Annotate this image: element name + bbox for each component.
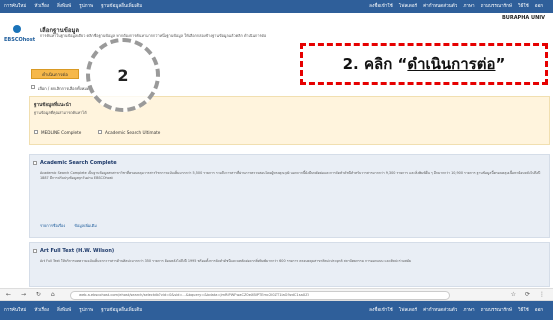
nav-preferences[interactable]: ค่ากำหนดส่วนตัว [423, 307, 457, 314]
back-arrow-icon[interactable]: ← [6, 291, 11, 298]
database-description: Academic Search Complete เป็นฐานข้อมูลสห… [40, 171, 541, 181]
database-description: Art Full Text ให้บริการบทความฉบับเต็มจาก… [40, 259, 412, 263]
medline-option[interactable]: MEDLINE Complete [41, 130, 81, 135]
top-nav-right: ลงชื่อเข้าใช้ โฟลเดอร์ ค่ากำหนดส่วนตัว ภ… [369, 3, 549, 10]
sync-icon[interactable]: ⟳ [525, 291, 530, 298]
nav-more[interactable]: ฐานข้อมูลอื่นเพิ่มเติม [101, 3, 142, 10]
more-info-link[interactable]: ข้อมูลเพิ่มเติม [74, 223, 96, 228]
nav-preferences[interactable]: ค่ากำหนดส่วนตัว [423, 3, 457, 10]
nav-help[interactable]: วิธีใช้ [518, 307, 529, 314]
nav-publications[interactable]: สิ่งพิมพ์ [57, 3, 71, 10]
database-card: Academic Search Complete Academic Search… [29, 154, 550, 238]
ebsco-logo: EBSCOhost [4, 25, 36, 47]
medline-checkbox[interactable] [34, 130, 38, 134]
nav-images[interactable]: รูปภาพ [79, 3, 93, 10]
suggested-title: ฐานข้อมูลที่แนะนำ [34, 103, 72, 108]
nav-ask-librarian[interactable]: ถามบรรณารักษ์ [481, 3, 512, 10]
browser-actions: ☆ ⟳ ⋮ [502, 291, 545, 298]
logo-text: EBSCOhost [4, 37, 36, 43]
nav-language[interactable]: ภาษา [463, 307, 474, 314]
callout-suffix: ” [495, 55, 506, 73]
nav-ask-librarian[interactable]: ถามบรรณารักษ์ [481, 307, 512, 314]
bottom-nav-right: ลงชื่อเข้าใช้ โฟลเดอร์ ค่ากำหนดส่วนตัว ภ… [369, 307, 549, 314]
bottom-nav-bar: การค้นใหม่ หัวเรื่อง สิ่งพิมพ์ รูปภาพ ฐา… [0, 301, 553, 320]
nav-publications[interactable]: สิ่งพิมพ์ [57, 307, 71, 314]
nav-new-search[interactable]: การค้นใหม่ [4, 3, 26, 10]
bookmark-star-icon[interactable]: ☆ [511, 291, 516, 298]
forward-arrow-icon[interactable]: → [21, 291, 26, 298]
top-nav-bar: การค้นใหม่ หัวเรื่อง สิ่งพิมพ์ รูปภาพ ฐา… [0, 0, 553, 13]
callout-action: ดำเนินการต่อ [407, 55, 496, 73]
nav-new-search[interactable]: การค้นใหม่ [4, 307, 26, 314]
browser-toolbar: ← → ↻ ⌂ web.a.ebscohost.com/ehost/search… [0, 288, 553, 301]
select-all-label[interactable]: เลือก / ยกเลิกการเลือกทั้งหมด [38, 85, 89, 92]
browser-nav: ← → ↻ ⌂ [6, 291, 63, 298]
title-list-link[interactable]: รายการชื่อเรื่อง [40, 223, 65, 228]
nav-exit[interactable]: ออก [535, 307, 543, 314]
database-card: Art Full Text (H.W. Wilson) Art Full Tex… [29, 242, 550, 287]
logo-mark-icon [13, 25, 21, 33]
continue-button[interactable]: ดำเนินการต่อ [31, 69, 79, 79]
nav-sign-in[interactable]: ลงชื่อเข้าใช้ [369, 307, 393, 314]
step-number-circle: 2 [86, 38, 160, 112]
database-links: รายการชื่อเรื่อง ข้อมูลเพิ่มเติม [40, 223, 105, 229]
nav-subjects[interactable]: หัวเรื่อง [34, 307, 49, 314]
callout-prefix: 2. คลิก “ [342, 55, 408, 73]
database-checkbox[interactable] [33, 249, 37, 253]
select-all-checkbox[interactable] [31, 85, 35, 89]
menu-dots-icon[interactable]: ⋮ [539, 291, 545, 298]
nav-language[interactable]: ภาษา [463, 3, 474, 10]
nav-subjects[interactable]: หัวเรื่อง [34, 3, 49, 10]
asu-option[interactable]: Academic Search Ultimate [105, 130, 160, 135]
nav-folder[interactable]: โฟลเดอร์ [399, 307, 417, 314]
instruction-callout: 2. คลิก “ดำเนินการต่อ” [300, 43, 548, 85]
suggested-description: ฐานข้อมูลที่คุณสามารถค้นหาได้ [34, 110, 87, 115]
database-title[interactable]: Academic Search Complete [40, 160, 117, 166]
database-checkbox[interactable] [33, 161, 37, 165]
address-bar[interactable]: web.a.ebscohost.com/ehost/search/selectd… [70, 291, 450, 300]
page-description: การค้นหาในฐานข้อมูลเดียว คลิกชื่อฐานข้อม… [40, 33, 267, 38]
nav-more[interactable]: ฐานข้อมูลอื่นเพิ่มเติม [101, 307, 142, 314]
database-title[interactable]: Art Full Text (H.W. Wilson) [40, 248, 114, 254]
screen: การค้นใหม่ หัวเรื่อง สิ่งพิมพ์ รูปภาพ ฐา… [0, 0, 553, 320]
institution-name: BURAPHA UNIV [501, 15, 545, 21]
home-icon[interactable]: ⌂ [51, 291, 55, 298]
nav-sign-in[interactable]: ลงชื่อเข้าใช้ [369, 3, 393, 10]
nav-folder[interactable]: โฟลเดอร์ [399, 3, 417, 10]
nav-help[interactable]: วิธีใช้ [518, 3, 529, 10]
nav-images[interactable]: รูปภาพ [79, 307, 93, 314]
nav-exit[interactable]: ออก [535, 3, 543, 10]
asu-checkbox[interactable] [98, 130, 102, 134]
reload-icon[interactable]: ↻ [36, 291, 41, 298]
